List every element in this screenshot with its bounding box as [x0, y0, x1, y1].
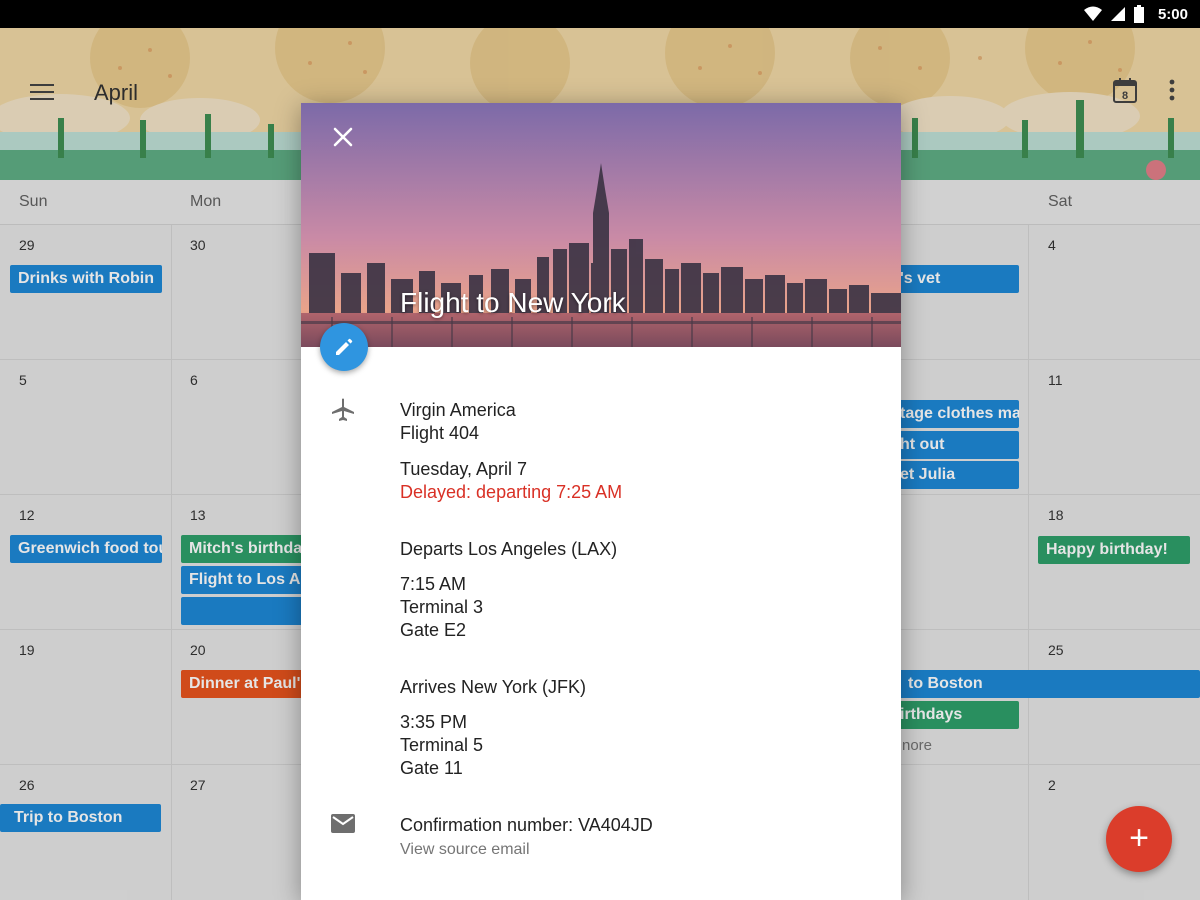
- event-detail-card: Flight to New York Virgin America Flight…: [301, 103, 901, 900]
- arrival-gate: Gate 11: [400, 758, 463, 778]
- view-source-email-link[interactable]: View source email: [400, 841, 530, 859]
- flight-number: Flight 404: [400, 423, 480, 443]
- battery-icon: [1133, 5, 1144, 23]
- confirmation-number: Confirmation number: VA404JD: [400, 815, 653, 835]
- event-title: Flight to New York: [400, 287, 626, 318]
- arrival-time: 3:35 PM: [400, 712, 468, 732]
- departure-gate: Gate E2: [400, 620, 467, 640]
- pencil-icon: [336, 338, 353, 355]
- delay-status: Delayed: departing 7:25 AM: [400, 482, 623, 502]
- status-clock: 5:00: [1157, 5, 1188, 23]
- close-icon[interactable]: [329, 123, 357, 151]
- signal-icon: [1110, 7, 1125, 21]
- departure-heading: Departs Los Angeles (LAX): [400, 539, 618, 559]
- arrival-terminal: Terminal 5: [400, 735, 484, 755]
- status-bar: 5:00: [0, 0, 1200, 28]
- add-event-button[interactable]: +: [1106, 806, 1172, 872]
- event-hero-image: Flight to New York: [301, 103, 901, 347]
- departure-terminal: Terminal 3: [400, 597, 484, 617]
- departure-time: 7:15 AM: [400, 574, 467, 594]
- edit-event-button[interactable]: [320, 323, 368, 371]
- email-icon: [331, 814, 355, 833]
- airline-name: Virgin America: [400, 400, 516, 420]
- flight-date: Tuesday, April 7: [400, 459, 528, 479]
- arrival-heading: Arrives New York (JFK): [400, 677, 587, 697]
- airplane-icon: [332, 398, 354, 421]
- wifi-icon: [1083, 6, 1102, 21]
